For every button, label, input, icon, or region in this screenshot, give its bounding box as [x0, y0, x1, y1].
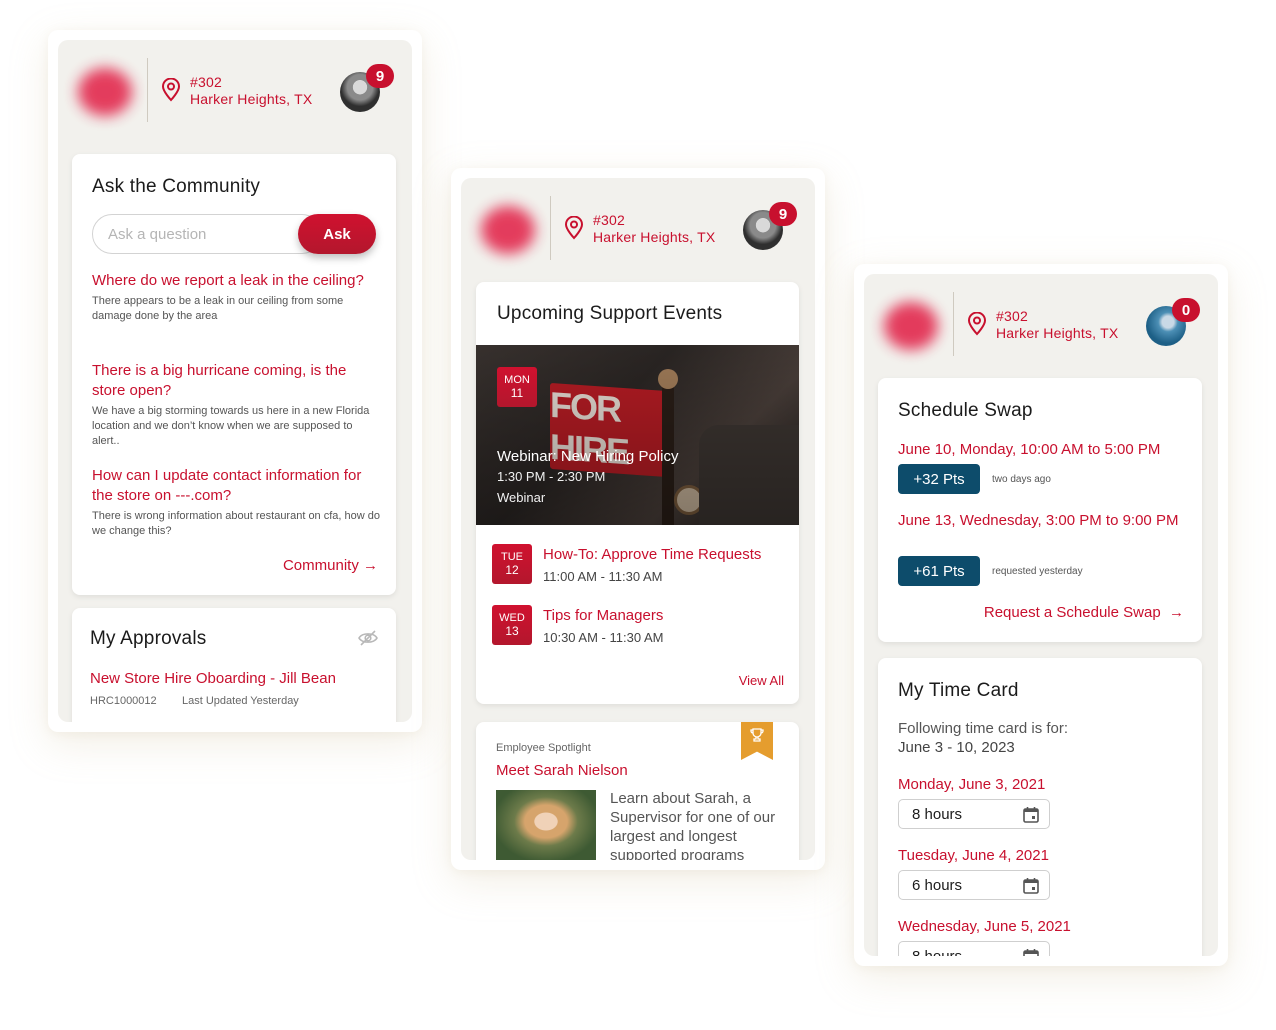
ask-community-card: Ask the Community Ask Where do we report…: [72, 154, 396, 595]
day-label: Tuesday, June 4, 2021: [898, 847, 1049, 864]
store-location: Harker Heights, TX: [996, 325, 1119, 341]
swap-note: two days ago: [992, 473, 1051, 485]
question-body: We have a big storming towards us here i…: [92, 405, 370, 447]
support-events-card: Upcoming Support Events FOR HIRE MON 11 …: [476, 282, 799, 704]
store-location: Harker Heights, TX: [593, 229, 716, 245]
day-label: Wednesday, June 5, 2021: [898, 918, 1071, 935]
date-chip-day: 11: [510, 386, 524, 400]
approval-title[interactable]: New Store Hire Oboarding - Jill Bean: [90, 670, 336, 687]
featured-event-time: 1:30 PM - 2:30 PM: [497, 469, 606, 484]
store-number: #302: [996, 308, 1028, 324]
swap-note: requested yesterday: [992, 565, 1083, 577]
app-header: #302 Harker Heights, TX 9: [461, 178, 815, 282]
community-link[interactable]: Community →: [283, 557, 378, 574]
featured-event-type: Webinar: [497, 490, 546, 505]
phone-frame-events: #302 Harker Heights, TX 9 Upcoming Suppo…: [451, 168, 825, 870]
swap-shift[interactable]: June 10, Monday, 10:00 AM to 5:00 PM: [898, 440, 1188, 460]
award-ribbon: [741, 722, 773, 760]
phone-frame-schedule: #302 Harker Heights, TX 0 Schedule Swap …: [854, 264, 1228, 966]
hide-eye-icon[interactable]: [358, 630, 378, 646]
timecard-range: June 3 - 10, 2023: [898, 739, 1015, 756]
store-location: Harker Heights, TX: [190, 91, 313, 107]
spotlight-title[interactable]: Meet Sarah Nielson: [496, 762, 628, 779]
header-divider: [550, 196, 551, 260]
event-title[interactable]: Tips for Managers: [543, 607, 663, 624]
ask-form: Ask: [92, 214, 376, 254]
phone-screen: #302 Harker Heights, TX 0 Schedule Swap …: [864, 274, 1218, 956]
hours-field[interactable]: 6 hours: [898, 870, 1050, 900]
question-body: There appears to be a leak in our ceilin…: [92, 295, 344, 322]
question-title[interactable]: How can I update contact information for…: [92, 466, 382, 506]
employee-photo: [496, 790, 596, 860]
date-chip-day: 12: [505, 563, 519, 577]
question-item[interactable]: There is a big hurricane coming, is the …: [92, 361, 382, 449]
hours-value: 6 hours: [912, 876, 963, 894]
card-title: Schedule Swap: [898, 400, 1033, 421]
date-chip: WED 13: [492, 605, 532, 645]
featured-event[interactable]: FOR HIRE MON 11 Webinar: New Hiring Poli…: [476, 345, 799, 525]
card-title: Ask the Community: [92, 176, 261, 197]
notification-badge[interactable]: 9: [769, 202, 797, 226]
time-card-card: My Time Card Following time card is for:…: [878, 658, 1202, 956]
store-number: #302: [593, 212, 625, 228]
event-time: 10:30 AM - 11:30 AM: [543, 630, 664, 645]
question-title[interactable]: There is a big hurricane coming, is the …: [92, 361, 382, 401]
approval-id: HRC1000012: [90, 695, 157, 707]
day-label: Monday, June 3, 2021: [898, 776, 1046, 793]
event-time: 11:00 AM - 11:30 AM: [543, 569, 663, 584]
header-divider: [953, 292, 954, 356]
card-title: My Time Card: [898, 680, 1019, 701]
employee-spotlight-card: Employee Spotlight Meet Sarah Nielson Le…: [476, 722, 799, 860]
hours-value: 8 hours: [912, 805, 963, 823]
date-chip: MON 11: [497, 367, 537, 407]
notification-badge[interactable]: 9: [366, 64, 394, 88]
points-badge: +61 Pts: [898, 556, 980, 586]
my-approvals-card: My Approvals New Store Hire Oboarding - …: [72, 608, 396, 722]
points-badge: +32 Pts: [898, 464, 980, 494]
event-title[interactable]: How-To: Approve Time Requests: [543, 546, 761, 563]
hours-value: 8 hours: [912, 947, 963, 957]
location-pin-icon: [161, 78, 181, 102]
app-header: #302 Harker Heights, TX 0: [864, 274, 1218, 378]
approval-updated: Last Updated Yesterday: [182, 695, 299, 707]
swap-points-row: +32 Pts two days ago: [898, 464, 1051, 494]
brand-logo[interactable]: [78, 68, 132, 116]
card-title: My Approvals: [90, 628, 207, 649]
card-title: Upcoming Support Events: [497, 303, 723, 324]
question-body: There is wrong information about restaur…: [92, 510, 380, 537]
location-pin-icon: [564, 216, 584, 240]
question-item[interactable]: How can I update contact information for…: [92, 466, 382, 539]
calendar-icon[interactable]: [1023, 806, 1039, 823]
spotlight-label: Employee Spotlight: [496, 742, 591, 754]
phone-screen: #302 Harker Heights, TX 9 Upcoming Suppo…: [461, 178, 815, 860]
store-number: #302: [190, 74, 222, 90]
hours-field[interactable]: 8 hours: [898, 799, 1050, 829]
swap-points-row: +61 Pts requested yesterday: [898, 556, 1083, 586]
calendar-icon[interactable]: [1023, 948, 1039, 956]
phone-frame-community: #302 Harker Heights, TX 9 Ask the Commun…: [48, 30, 422, 732]
notification-badge[interactable]: 0: [1172, 298, 1200, 322]
calendar-icon[interactable]: [1023, 877, 1039, 894]
featured-event-title[interactable]: Webinar: New Hiring Policy: [497, 448, 678, 465]
phone-screen: #302 Harker Heights, TX 9 Ask the Commun…: [58, 40, 412, 722]
date-chip-day: 13: [505, 624, 519, 638]
question-title[interactable]: Where do we report a leak in the ceiling…: [92, 271, 382, 291]
swap-shift[interactable]: June 13, Wednesday, 3:00 PM to 9:00 PM: [898, 511, 1188, 531]
schedule-swap-card: Schedule Swap June 10, Monday, 10:00 AM …: [878, 378, 1202, 642]
hours-field[interactable]: 8 hours: [898, 941, 1050, 956]
brand-logo[interactable]: [481, 206, 535, 254]
app-header: #302 Harker Heights, TX 9: [58, 40, 412, 144]
timecard-intro: Following time card is for:: [898, 720, 1069, 737]
question-item[interactable]: Where do we report a leak in the ceiling…: [92, 271, 382, 324]
brand-logo[interactable]: [884, 302, 938, 350]
question-input[interactable]: [92, 214, 322, 254]
request-swap-link[interactable]: Request a Schedule Swap →: [984, 604, 1184, 621]
view-all-link[interactable]: View All: [739, 673, 784, 688]
spotlight-body: Learn about Sarah, a Supervisor for one …: [610, 790, 776, 860]
header-divider: [147, 58, 148, 122]
trophy-icon: [750, 728, 764, 742]
location-pin-icon: [967, 312, 987, 336]
ask-button[interactable]: Ask: [298, 214, 376, 254]
date-chip: TUE 12: [492, 544, 532, 584]
